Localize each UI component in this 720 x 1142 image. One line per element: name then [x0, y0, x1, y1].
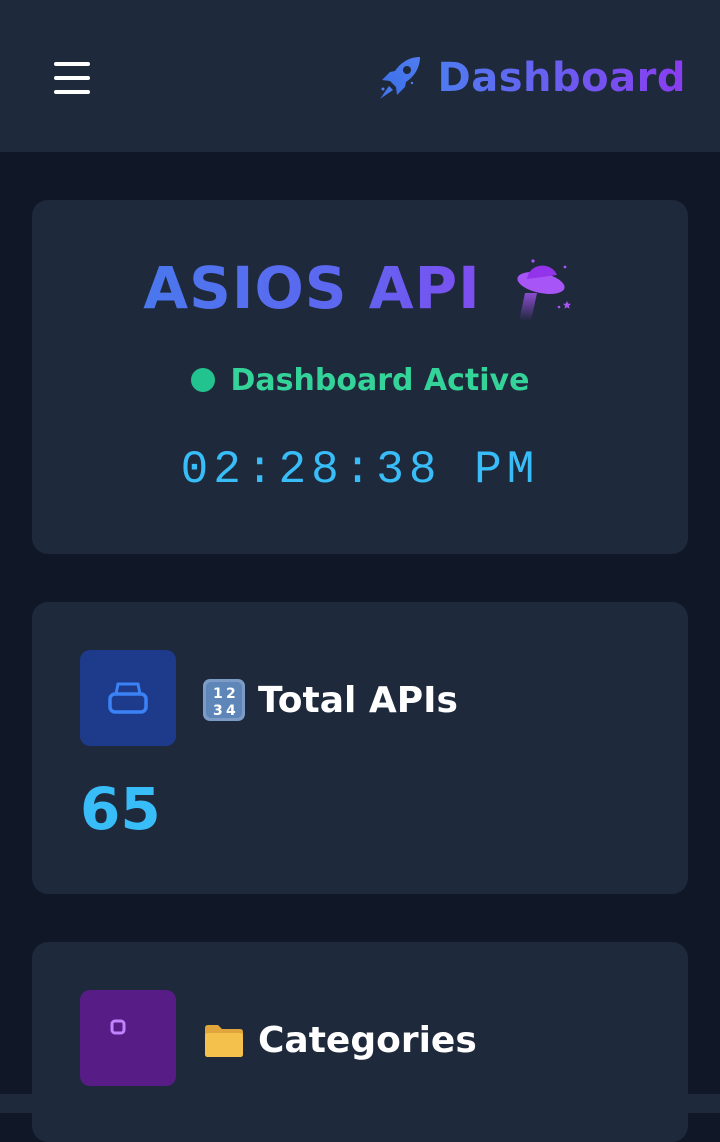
tag-icon — [80, 990, 176, 1086]
status-dot — [190, 368, 215, 392]
stat-card-total-apis[interactable]: 1 2 3 4 Total APIs 65 — [32, 602, 688, 894]
hero-card: ASIOS API Dashboard Active 02:28:38 PM — [32, 200, 688, 554]
clock: 02:28:38 PM — [180, 444, 540, 496]
status-indicator: Dashboard Active — [32, 360, 688, 400]
hero-title-row: ASIOS API — [32, 252, 688, 324]
page-title: ASIOS API — [143, 254, 481, 322]
brand-title: Dashboard — [438, 52, 686, 104]
input-numbers-emoji: 1 2 3 4 — [203, 679, 245, 721]
status-text: Dashboard Active — [230, 362, 530, 398]
stat-label-row: Categories — [202, 1014, 477, 1066]
stat-label-row: 1 2 3 4 Total APIs — [202, 674, 458, 726]
svg-text:1: 1 — [213, 686, 223, 702]
rocket-icon — [379, 57, 420, 99]
basket-icon — [80, 650, 176, 746]
bottom-bar — [0, 1094, 720, 1113]
brand[interactable]: Dashboard — [376, 52, 686, 104]
folder-emoji — [205, 1025, 243, 1057]
svg-text:3: 3 — [213, 703, 223, 719]
stat-label: Categories — [258, 1019, 477, 1061]
svg-text:2: 2 — [226, 686, 236, 702]
stat-value: 65 — [80, 775, 161, 843]
hamburger-menu-icon[interactable] — [54, 62, 90, 94]
stat-label: Total APIs — [258, 679, 458, 721]
top-navbar: Dashboard — [0, 0, 720, 152]
ufo-icon — [517, 259, 571, 321]
svg-text:4: 4 — [226, 703, 236, 719]
